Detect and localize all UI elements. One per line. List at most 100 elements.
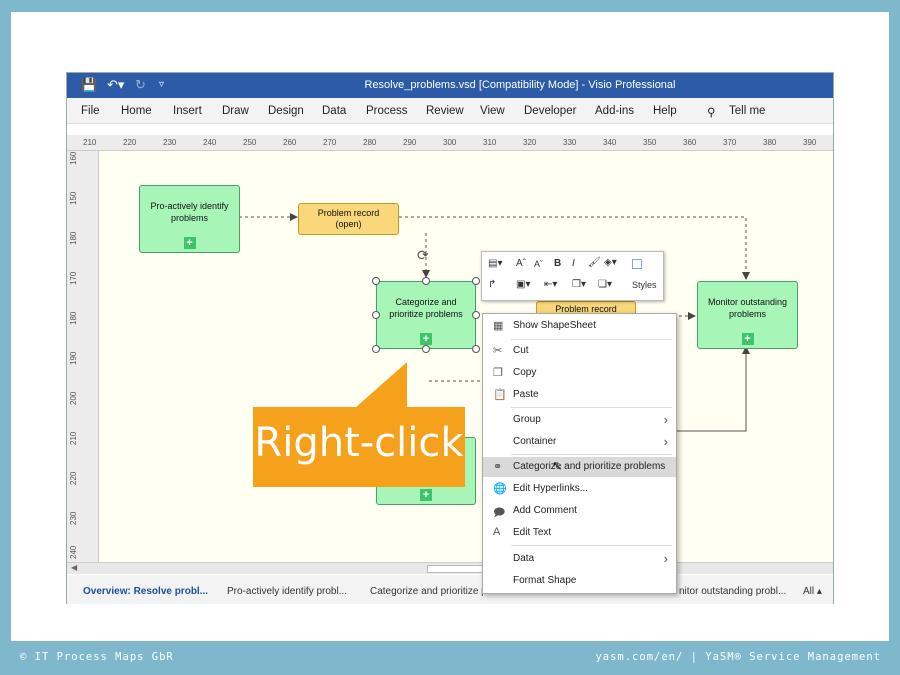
menu-item-label: Format Shape xyxy=(513,575,577,586)
expand-icon[interactable]: + xyxy=(420,489,432,501)
comment-icon: 🗩 xyxy=(493,507,506,519)
styles-button[interactable]: Styles xyxy=(632,280,657,290)
expand-icon[interactable]: + xyxy=(183,237,196,249)
page-tab-proactive[interactable]: Pro-actively identify probl... xyxy=(227,586,347,597)
selection-handle[interactable] xyxy=(422,277,430,285)
menu-item-label: Group xyxy=(513,414,541,425)
menu-item-container[interactable]: Container › xyxy=(483,432,676,452)
ruler-tick: 360 xyxy=(683,138,697,147)
menu-item-label: Cut xyxy=(513,345,529,356)
mouse-cursor-icon: ↖ xyxy=(552,458,563,473)
text-block-icon[interactable]: ▤▾ xyxy=(488,258,502,269)
format-painter-icon[interactable]: 🖌 xyxy=(588,257,601,268)
expand-icon[interactable]: + xyxy=(420,333,432,345)
selection-handle[interactable] xyxy=(372,345,380,353)
tab-developer[interactable]: Developer xyxy=(524,105,576,117)
menu-item-label: Copy xyxy=(513,367,537,378)
bold-button[interactable]: B xyxy=(554,258,561,269)
drawing-canvas[interactable]: Pro-actively identify problems + Problem… xyxy=(99,151,833,562)
ruler-tick: 240 xyxy=(203,138,217,147)
menu-item-label: Data xyxy=(513,553,535,564)
bring-front-icon[interactable]: ❐▾ xyxy=(572,279,586,290)
tab-process[interactable]: Process xyxy=(366,105,408,117)
selection-handle[interactable] xyxy=(472,345,480,353)
all-label: All xyxy=(803,586,815,597)
scissors-icon: ✂ xyxy=(493,345,503,357)
shape-label: Monitor outstanding problems xyxy=(707,297,788,319)
ruler-tick: 280 xyxy=(363,138,377,147)
ruler-tick: 200 xyxy=(69,391,78,405)
callout-label: Right-click xyxy=(254,420,464,466)
ruler-tick: 190 xyxy=(69,351,78,365)
page-tab-categorize[interactable]: Categorize and prioritize p xyxy=(370,586,487,597)
grow-font-icon[interactable]: Aˆ xyxy=(516,258,526,269)
menu-item-data[interactable]: Data › xyxy=(483,549,676,569)
mini-toolbar: ▤▾ Aˆ Aˇ B I 🖌 ◈▾ ↱ ▣▾ ⇤▾ ❐▾ ❏▾ □ Styles xyxy=(481,251,664,301)
tab-view[interactable]: View xyxy=(480,105,505,117)
menu-item-edit-text[interactable]: A Edit Text xyxy=(483,523,676,543)
menu-separator xyxy=(511,339,672,340)
menu-item-cut[interactable]: ✂ Cut xyxy=(483,341,676,361)
page-tab-all[interactable]: All ▴ xyxy=(803,586,822,597)
chevron-right-icon: › xyxy=(663,551,668,566)
selection-handle[interactable] xyxy=(372,277,380,285)
search-icon[interactable]: ⚲ xyxy=(707,105,715,119)
menu-separator xyxy=(511,454,672,455)
tab-draw[interactable]: Draw xyxy=(222,105,249,117)
visio-window: 💾 ↶▾ ↻ ▿ Resolve_problems.vsd [Compatibi… xyxy=(66,72,834,604)
menu-item-show-shapesheet[interactable]: ▦ Show ShapeSheet xyxy=(483,316,676,336)
styles-icon[interactable]: □ xyxy=(632,256,642,274)
menu-item-edit-hyperlinks[interactable]: 🌐 Edit Hyperlinks... xyxy=(483,479,676,499)
connector-icon[interactable]: ↱ xyxy=(488,279,496,290)
ruler-tick: 220 xyxy=(69,471,78,485)
problem-record-note-open[interactable]: Problem record (open) xyxy=(298,203,399,235)
page-tab-overview[interactable]: Overview: Resolve probl... xyxy=(83,586,208,597)
shrink-font-icon[interactable]: Aˇ xyxy=(534,259,543,269)
italic-button[interactable]: I xyxy=(572,258,575,269)
menu-item-hyperlink[interactable]: ⚭ Categorize and prioritize problems xyxy=(483,457,676,477)
process-shape-categorize[interactable]: Categorize and prioritize problems + xyxy=(376,281,476,349)
fill-icon[interactable]: ◈▾ xyxy=(604,257,617,268)
chevron-right-icon: › xyxy=(663,412,668,427)
ruler-tick: 300 xyxy=(443,138,457,147)
vertical-ruler: 160 150 180 170 180 190 200 210 220 230 … xyxy=(67,151,99,562)
process-shape-proactive[interactable]: Pro-actively identify problems + xyxy=(139,185,240,253)
window-title: Resolve_problems.vsd [Compatibility Mode… xyxy=(364,79,676,91)
page-tab-monitor[interactable]: nitor outstanding probl... xyxy=(679,586,786,597)
ruler-tick: 320 xyxy=(523,138,537,147)
ruler-tick: 310 xyxy=(483,138,497,147)
ruler-tick: 270 xyxy=(323,138,337,147)
menu-item-format-shape[interactable]: Format Shape xyxy=(483,571,676,591)
scroll-left-icon[interactable]: ◀ xyxy=(71,563,77,572)
tab-home[interactable]: Home xyxy=(121,105,152,117)
selection-handle[interactable] xyxy=(472,311,480,319)
shape-label: Categorize and prioritize problems xyxy=(389,297,463,319)
page-tabs-bar: Overview: Resolve probl... Pro-actively … xyxy=(67,575,833,604)
ruler-tick: 170 xyxy=(69,271,78,285)
tab-file[interactable]: File xyxy=(81,105,100,117)
tab-design[interactable]: Design xyxy=(268,105,304,117)
selection-handle[interactable] xyxy=(422,345,430,353)
selection-handle[interactable] xyxy=(372,311,380,319)
tab-insert[interactable]: Insert xyxy=(173,105,202,117)
horizontal-scrollbar[interactable]: ◀ xyxy=(67,562,833,574)
selection-handle[interactable] xyxy=(472,277,480,285)
ruler-tick: 260 xyxy=(283,138,297,147)
connector-line[interactable] xyxy=(669,346,750,432)
process-shape-monitor[interactable]: Monitor outstanding problems + xyxy=(697,281,798,349)
send-back-icon[interactable]: ❏▾ xyxy=(598,279,612,290)
menu-item-add-comment[interactable]: 🗩 Add Comment xyxy=(483,501,676,521)
tab-add-ins[interactable]: Add-ins xyxy=(595,105,634,117)
ruler-tick: 160 xyxy=(69,151,78,165)
tab-review[interactable]: Review xyxy=(426,105,464,117)
rotate-handle-icon[interactable]: ⟳ xyxy=(417,247,429,264)
context-menu: ▦ Show ShapeSheet ✂ Cut ❐ Copy 📋 Paste G… xyxy=(482,313,677,594)
tab-help[interactable]: Help xyxy=(653,105,677,117)
ruler-tick: 290 xyxy=(403,138,417,147)
footer-link[interactable]: yasm.com/en/ | YaSM® Service Management xyxy=(595,651,881,663)
tab-data[interactable]: Data xyxy=(322,105,346,117)
align-icon[interactable]: ⇤▾ xyxy=(544,279,557,290)
text-style-icon[interactable]: ▣▾ xyxy=(516,279,530,290)
expand-icon[interactable]: + xyxy=(741,333,754,345)
tell-me-box[interactable]: Tell me xyxy=(729,105,765,117)
